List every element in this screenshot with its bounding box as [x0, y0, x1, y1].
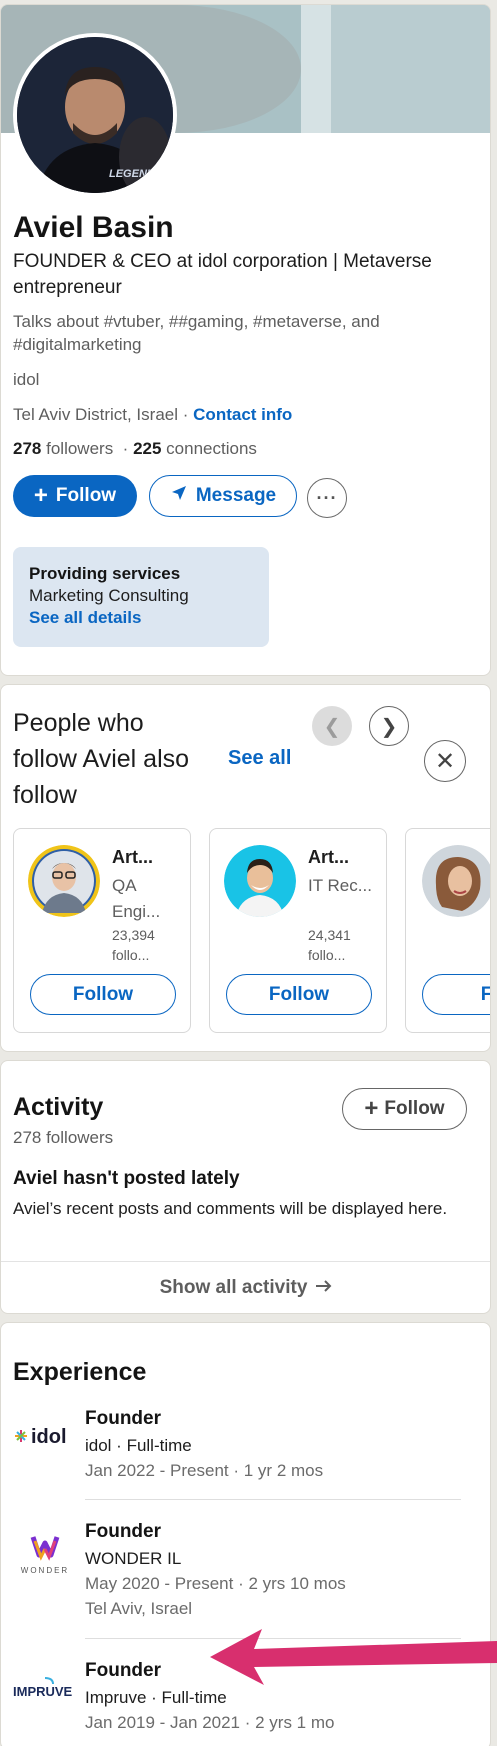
activity-card: Activity 278 followers + Follow Aviel ha…: [0, 1060, 491, 1314]
plus-icon: +: [364, 1095, 379, 1122]
avatar[interactable]: LEGENDS: [13, 33, 177, 197]
person-card[interactable]: Art... IT Rec... 24,341 follo... Follow: [209, 828, 387, 1033]
person-avatar[interactable]: [224, 845, 296, 917]
profile-headline: FOUNDER & CEO at idol corporation | Meta…: [13, 251, 432, 298]
services-title: Providing services: [29, 564, 181, 583]
activity-empty-body: Aviel’s recent posts and comments will b…: [13, 1199, 448, 1218]
follow-button[interactable]: Follow: [30, 974, 176, 1015]
send-icon: [170, 484, 188, 508]
plus-icon: +: [33, 482, 48, 509]
person-title: QA Engi...: [112, 876, 161, 921]
experience-company: idol · Full-time: [85, 1436, 192, 1455]
see-all-link[interactable]: See all: [228, 747, 291, 770]
person-name[interactable]: Art...: [112, 847, 153, 868]
person-followers: 23,394 follo...: [112, 927, 155, 963]
experience-location: Tel Aviv, Israel: [85, 1599, 193, 1618]
activity-title: Activity: [13, 1093, 104, 1121]
svg-text:LEGENDS: LEGENDS: [109, 168, 163, 180]
providing-services-box[interactable]: Providing services Marketing Consulting …: [13, 547, 269, 647]
divider: [85, 1499, 461, 1500]
impruve-logo[interactable]: IMPRUVE: [13, 1666, 77, 1714]
location-row: Tel Aviv District, Israel · Contact info: [13, 405, 292, 425]
more-icon[interactable]: ···: [307, 478, 347, 518]
see-all-details-link[interactable]: See all details: [29, 607, 253, 629]
follow-button[interactable]: Fol: [422, 974, 490, 1015]
person-avatar[interactable]: [422, 845, 490, 917]
chevron-left-icon[interactable]: ❮: [312, 706, 352, 746]
idol-logo[interactable]: idol: [13, 1412, 77, 1460]
person-title: IT Rec...: [308, 876, 372, 895]
message-button-label: Message: [195, 485, 277, 506]
experience-dates: Jan 2022 - Present · 1 yr 2 mos: [85, 1461, 324, 1480]
profile-company[interactable]: idol: [13, 370, 39, 390]
profile-card: LEGENDS Aviel Basin FOUNDER & CEO at ido…: [0, 4, 491, 676]
show-all-activity-label: Show all activity: [159, 1277, 308, 1298]
followers-count: 278: [13, 439, 42, 458]
experience-title: Experience: [13, 1358, 147, 1386]
experience-role: Founder: [85, 1521, 161, 1542]
profile-topics: Talks about #vtuber, ##gaming, #metavers…: [13, 312, 380, 354]
network-stats: 278 followers · 225 connections: [13, 439, 257, 459]
separator: ·: [122, 439, 129, 458]
separator: ·: [182, 405, 189, 424]
svg-text:idol: idol: [31, 1426, 67, 1448]
person-card[interactable]: Fol: [405, 828, 490, 1033]
experience-dates: Jan 2019 - Jan 2021 · 2 yrs 1 mo: [85, 1713, 335, 1732]
annotation-arrow-icon: [210, 1629, 497, 1685]
follow-button[interactable]: + Follow: [13, 475, 137, 517]
activity-followers: 278 followers: [13, 1128, 114, 1147]
wonder-logo[interactable]: WONDER: [13, 1527, 77, 1579]
experience-company: WONDER IL: [85, 1549, 182, 1568]
close-icon[interactable]: ✕: [424, 740, 466, 782]
experience-role: Founder: [85, 1660, 161, 1681]
activity-empty-title: Aviel hasn't posted lately: [13, 1168, 240, 1189]
connections-count[interactable]: 225: [133, 439, 161, 458]
show-all-activity-button[interactable]: Show all activity: [1, 1262, 490, 1313]
people-also-follow-card: People who follow Aviel also follow See …: [0, 684, 491, 1052]
message-button[interactable]: Message: [149, 475, 297, 517]
experience-role: Founder: [85, 1408, 161, 1429]
experience-dates: May 2020 - Present · 2 yrs 10 mos: [85, 1574, 346, 1593]
arrow-right-icon: [315, 1277, 333, 1299]
follow-button-label: Follow: [55, 485, 117, 506]
profile-location: Tel Aviv District, Israel: [13, 405, 179, 424]
chevron-right-icon[interactable]: ❯: [369, 706, 409, 746]
person-card[interactable]: Art... QA Engi... 23,394 follo... Follow: [13, 828, 191, 1033]
people-also-follow-title: People who follow Aviel also follow: [13, 709, 190, 809]
experience-company: Impruve · Full-time: [85, 1688, 227, 1707]
followers-label: followers: [46, 439, 114, 458]
profile-page: LEGENDS Aviel Basin FOUNDER & CEO at ido…: [0, 0, 497, 1746]
svg-text:IMPRUVE: IMPRUVE: [13, 1684, 73, 1699]
contact-info-link[interactable]: Contact info: [193, 405, 292, 424]
person-name[interactable]: Art...: [308, 847, 349, 868]
follow-button[interactable]: Follow: [226, 974, 372, 1015]
activity-follow-button[interactable]: + Follow: [342, 1088, 467, 1130]
follow-button-label: Follow: [384, 1098, 445, 1119]
person-avatar[interactable]: [28, 845, 100, 917]
services-body: Marketing Consulting: [29, 586, 189, 605]
svg-text:WONDER: WONDER: [21, 1566, 69, 1575]
connections-label[interactable]: connections: [166, 439, 257, 458]
profile-name: Aviel Basin: [13, 211, 174, 244]
person-followers: 24,341 follo...: [308, 927, 351, 963]
